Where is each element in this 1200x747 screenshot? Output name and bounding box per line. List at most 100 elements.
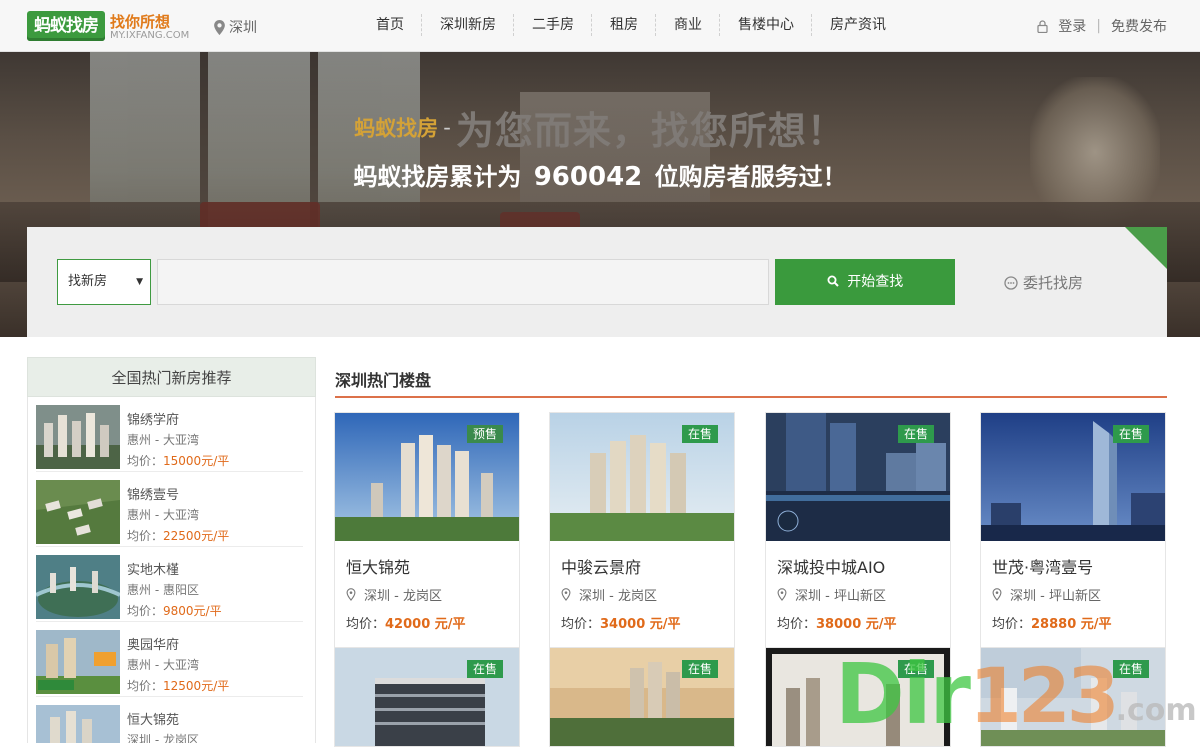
list-item[interactable]: 锦绣学府 惠州 - 大亚湾 均价：15000元/平 [36,397,303,472]
listing-card[interactable]: 预售 恒大锦苑 深圳 - 龙岗区 均价：42000 元/平 [334,412,520,648]
property-name[interactable]: 奥园华府 [127,634,179,653]
entrust-link[interactable]: 委托找房 [1004,272,1083,293]
lock-icon [1037,19,1048,33]
location-pin-icon [992,588,1002,601]
property-name[interactable]: 锦绣壹号 [127,484,179,503]
listing-location: 深圳 - 龙岗区 [346,585,442,604]
listing-price: 均价：28880 元/平 [992,617,1112,632]
caret-down-icon: ▼ [136,277,143,287]
list-item[interactable]: 恒大锦苑 深圳 - 龙岗区 [36,697,303,743]
nav-commercial[interactable]: 商业 [656,0,720,52]
listing-price: 均价：34000 元/平 [561,617,681,632]
location-pin-icon [561,588,571,601]
status-badge: 在售 [1112,425,1149,443]
top-header: 蚂蚁找房 找你所想 MY.IXFANG.COM 深圳 首页 深圳新房 二手房 租… [0,0,1200,52]
listing-price: 均价：38000 元/平 [777,617,897,632]
watermark-dir: Dir [835,645,971,743]
logo-slogan: 找你所想 [110,13,171,31]
status-badge: 在售 [681,660,718,678]
watermark-com: .com [1115,693,1197,728]
property-area: 惠州 - 大亚湾 [127,508,199,522]
property-price: 均价：15000元/平 [127,454,230,468]
search-button[interactable]: 开始查找 [775,259,955,305]
property-thumbnail[interactable] [36,555,120,619]
listing-name[interactable]: 中骏云景府 [561,554,641,578]
property-name[interactable]: 实地木槿 [127,559,179,578]
chat-icon [1004,275,1018,290]
property-area: 惠州 - 大亚湾 [127,433,199,447]
property-area: 惠州 - 惠阳区 [127,583,199,597]
listing-location: 深圳 - 坪山新区 [777,585,886,604]
listing-card[interactable]: 在售 深城投中城AIO 深圳 - 坪山新区 均价：38000 元/平 [765,412,951,648]
listing-image[interactable]: 在售 [766,413,950,541]
listing-image[interactable]: 在售 [550,413,734,541]
search-type-value: 找新房 [68,274,108,289]
logo-domain: MY.IXFANG.COM [110,30,190,41]
location-pin-icon [777,588,787,601]
property-thumbnail[interactable] [36,630,120,694]
section-title: 深圳热门楼盘 [335,371,432,390]
property-name[interactable]: 恒大锦苑 [127,709,179,728]
nav-sales-center[interactable]: 售楼中心 [720,0,812,52]
served-suffix: 位购房者服务过！ [654,163,847,191]
search-type-select[interactable]: 找新房 ▼ [57,259,151,305]
served-counter: 蚂蚁找房累计为 960042 位购房者服务过！ [0,157,1200,192]
property-thumbnail[interactable] [36,405,120,469]
listing-name[interactable]: 恒大锦苑 [346,554,410,578]
served-count: 960042 [533,162,643,192]
location-pin-icon [346,588,356,601]
status-badge: 在售 [897,425,934,443]
nav-news[interactable]: 房产资讯 [812,0,904,52]
slogan-brand: 蚂蚁找房 [354,116,439,141]
list-item[interactable]: 锦绣壹号 惠州 - 大亚湾 均价：22500元/平 [36,472,303,547]
sidebar-title: 全国热门新房推荐 [27,357,316,397]
status-badge: 在售 [681,425,718,443]
link-separator: | [1096,18,1101,34]
listing-image[interactable]: 在售 [981,413,1165,541]
property-name[interactable]: 锦绣学府 [127,409,179,428]
listing-card[interactable]: 在售 中骏云景府 深圳 - 龙岗区 均价：34000 元/平 [549,412,735,648]
site-logo[interactable]: 蚂蚁找房 [27,11,105,41]
property-price: 均价：22500元/平 [127,529,230,543]
listing-card[interactable]: 在售 [549,647,735,747]
nav-second-hand[interactable]: 二手房 [514,0,592,52]
entrust-label: 委托找房 [1023,274,1084,292]
main-nav: 首页 深圳新房 二手房 租房 商业 售楼中心 房产资讯 [358,0,904,52]
sidebar-list: 锦绣学府 惠州 - 大亚湾 均价：15000元/平 锦绣壹号 惠州 - 大亚湾 … [27,397,316,743]
listing-location: 深圳 - 坪山新区 [992,585,1101,604]
property-area: 惠州 - 大亚湾 [127,658,199,672]
property-thumbnail[interactable] [36,705,120,743]
listing-price: 均价：42000 元/平 [346,617,466,632]
list-item[interactable]: 实地木槿 惠州 - 惠阳区 均价：9800元/平 [36,547,303,622]
slogan-dash: - [443,115,451,140]
status-badge: 在售 [466,660,503,678]
watermark-num: 123 [968,651,1120,740]
login-link[interactable]: 登录 [1058,16,1086,36]
nav-new-homes[interactable]: 深圳新房 [422,0,514,52]
listing-name[interactable]: 世茂·粤湾壹号 [992,554,1093,578]
city-selector[interactable]: 深圳 [214,17,257,37]
status-badge: 预售 [466,425,503,443]
property-area: 深圳 - 龙岗区 [127,733,199,743]
listing-location: 深圳 - 龙岗区 [561,585,657,604]
property-price: 均价：9800元/平 [127,604,222,618]
search-button-label: 开始查找 [847,274,904,290]
listing-card[interactable]: 在售 [334,647,520,747]
city-label: 深圳 [229,20,257,36]
banner-slogan: 蚂蚁找房 - 为您而来，找您所想！ [0,100,1200,155]
served-prefix: 蚂蚁找房累计为 [353,163,522,191]
listing-name[interactable]: 深城投中城AIO [777,554,885,578]
list-item[interactable]: 奥园华府 惠州 - 大亚湾 均价：12500元/平 [36,622,303,697]
location-pin-icon [214,19,225,35]
listing-card[interactable]: 在售 世茂·粤湾壹号 深圳 - 坪山新区 均价：28880 元/平 [980,412,1166,648]
listing-image[interactable]: 预售 [335,413,519,541]
search-panel: 找新房 ▼ 开始查找 委托找房 [27,227,1167,337]
search-icon [827,275,839,287]
nav-home[interactable]: 首页 [358,0,422,52]
nav-rent[interactable]: 租房 [592,0,656,52]
property-thumbnail[interactable] [36,480,120,544]
section-divider [335,396,1167,398]
free-publish-link[interactable]: 免费发布 [1111,16,1167,36]
search-input[interactable] [157,259,769,305]
user-links: 登录 | 免费发布 [1037,16,1167,36]
